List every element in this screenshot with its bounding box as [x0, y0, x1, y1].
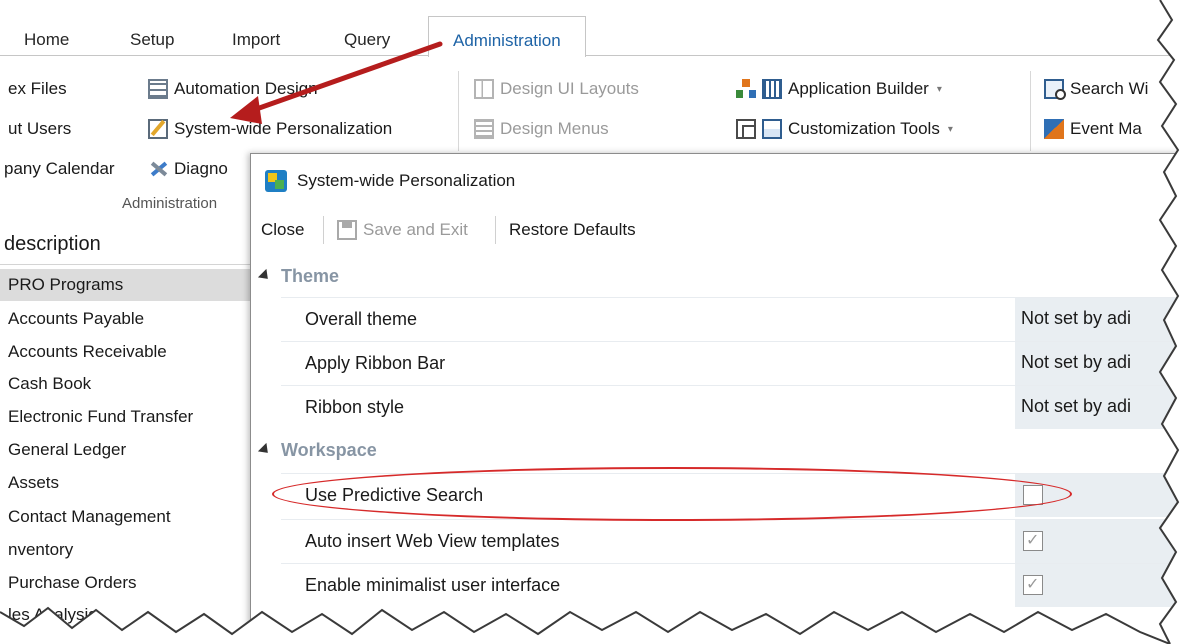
list-item[interactable]: Purchase Orders: [0, 567, 250, 599]
search-window-label: Search Wi: [1070, 79, 1149, 98]
design-ui-layouts-button[interactable]: Design UI Layouts: [474, 79, 639, 99]
list-item[interactable]: Contact Management: [0, 501, 250, 533]
tree-icon: [736, 79, 756, 99]
section-theme-title: Theme: [281, 265, 340, 286]
list-item[interactable]: les Analysis: [0, 599, 250, 631]
window-icon: [736, 119, 756, 139]
setting-label: Apply Ribbon Bar: [305, 353, 446, 373]
application-builder-button[interactable]: Application Builder ▾: [736, 79, 942, 99]
search-window-button[interactable]: Search Wi: [1044, 79, 1149, 100]
ribbon-company-calendar-label: pany Calendar: [4, 159, 115, 178]
save-icon: [337, 220, 357, 240]
setting-label: Overall theme: [305, 309, 418, 329]
restore-defaults-label: Restore Defaults: [509, 220, 636, 239]
ribbon-divider: [1030, 71, 1031, 151]
list-item[interactable]: nventory: [0, 534, 250, 566]
list-column-header[interactable]: description: [0, 225, 250, 265]
restore-defaults-button[interactable]: Restore Defaults: [509, 220, 636, 240]
customization-tools-label: Customization Tools: [788, 119, 940, 138]
program-list: description PRO Programs Accounts Payabl…: [0, 225, 250, 644]
system-wide-personalization-label: System-wide Personalization: [174, 119, 393, 138]
collapse-triangle-icon: [257, 442, 273, 458]
list-item[interactable]: Cash Book: [0, 368, 250, 400]
event-manager-button[interactable]: Event Ma: [1044, 119, 1142, 139]
dialog-title: System-wide Personalization: [297, 171, 516, 190]
list-item[interactable]: General Ledger: [0, 434, 250, 466]
dialog-toolbar: Close Save and Exit Restore Defaults: [251, 210, 1192, 250]
setting-row-minimalist-ui: Enable minimalist user interface: [281, 563, 1192, 607]
setting-value-field[interactable]: Not set by adi: [1015, 342, 1192, 385]
collapse-triangle-icon: [257, 268, 273, 284]
toolbar-divider: [495, 216, 496, 244]
list-item[interactable]: Accounts Receivable: [0, 336, 250, 368]
automation-design-button[interactable]: Automation Design: [148, 79, 318, 99]
save-and-exit-label: Save and Exit: [363, 220, 468, 239]
section-workspace[interactable]: Workspace: [251, 430, 1192, 470]
customization-tools-button[interactable]: Customization Tools ▾: [736, 119, 953, 139]
close-button-label: Close: [261, 220, 305, 239]
automation-design-label: Automation Design: [174, 79, 318, 98]
grid-icon: [148, 79, 168, 99]
event-manager-label: Event Ma: [1070, 119, 1142, 138]
save-and-exit-button[interactable]: Save and Exit: [337, 220, 468, 240]
list-item[interactable]: Electronic Fund Transfer: [0, 401, 250, 433]
tab-query[interactable]: Query: [344, 30, 390, 50]
tab-administration[interactable]: Administration: [428, 16, 586, 57]
setting-value-field[interactable]: Not set by adi: [1015, 386, 1192, 429]
layout-icon: [474, 79, 494, 99]
personalization-dialog: System-wide Personalization Close Save a…: [250, 153, 1192, 644]
system-wide-personalization-button[interactable]: System-wide Personalization: [148, 119, 392, 139]
toolbar-divider: [323, 216, 324, 244]
ribbon-divider: [458, 71, 459, 151]
setting-value-cell: [1015, 564, 1192, 607]
section-workspace-title: Workspace: [281, 439, 377, 460]
list-item[interactable]: Accounts Payable: [0, 303, 250, 335]
setting-value-cell: [1015, 520, 1192, 563]
ribbon-index-files[interactable]: ex Files: [8, 79, 67, 99]
setting-label: Auto insert Web View templates: [305, 531, 560, 551]
dialog-title-bar[interactable]: System-wide Personalization: [251, 154, 1192, 206]
highlight-ellipse-annotation: [272, 467, 1072, 521]
section-theme[interactable]: Theme: [251, 256, 1192, 296]
chevron-down-icon: ▾: [936, 83, 942, 95]
design-menus-button[interactable]: Design Menus: [474, 119, 609, 139]
ribbon-index-files-label: ex Files: [8, 79, 67, 98]
setting-row-auto-insert-web-view: Auto insert Web View templates: [281, 519, 1192, 563]
group-caption-administration: Administration: [122, 195, 218, 212]
ribbon-company-calendar[interactable]: pany Calendar: [4, 159, 115, 179]
setting-value-field[interactable]: Not set by adi: [1015, 298, 1192, 341]
ribbon-users[interactable]: ut Users: [8, 119, 71, 139]
tab-setup[interactable]: Setup: [130, 30, 174, 50]
pencil-icon: [148, 119, 168, 139]
setting-label: Ribbon style: [305, 397, 405, 417]
custom-icon: [762, 119, 782, 139]
event-icon: [1044, 119, 1064, 139]
application-builder-label: Application Builder: [788, 79, 929, 98]
auto-insert-checkbox[interactable]: [1023, 530, 1043, 551]
tab-import[interactable]: Import: [232, 30, 280, 50]
chevron-down-icon: ▾: [947, 123, 953, 135]
list-item[interactable]: Assets: [0, 467, 250, 499]
ribbon-tab-bar: Home Setup Import Query Administration: [0, 0, 1192, 57]
menu-icon: [474, 119, 494, 139]
diagnostics-button[interactable]: Diagno: [148, 159, 228, 179]
calculator-icon: [762, 79, 782, 99]
setting-row-ribbon-style: Ribbon style Not set by adi: [281, 385, 1192, 429]
search-icon: [1044, 79, 1066, 100]
list-item[interactable]: PRO Programs: [0, 269, 250, 301]
setting-row-apply-ribbon-bar: Apply Ribbon Bar Not set by adi: [281, 341, 1192, 385]
setting-label: Enable minimalist user interface: [305, 575, 561, 595]
close-button[interactable]: Close: [261, 220, 304, 240]
tab-home[interactable]: Home: [24, 30, 69, 50]
ribbon-users-label: ut Users: [8, 119, 72, 138]
design-menus-label: Design Menus: [500, 119, 609, 138]
minimalist-ui-checkbox[interactable]: [1023, 574, 1043, 595]
setting-row-overall-theme: Overall theme Not set by adi: [281, 297, 1192, 341]
tools-icon: [148, 159, 168, 179]
diagnostics-label: Diagno: [174, 159, 228, 178]
design-ui-layouts-label: Design UI Layouts: [500, 79, 639, 98]
app-icon: [265, 170, 287, 192]
